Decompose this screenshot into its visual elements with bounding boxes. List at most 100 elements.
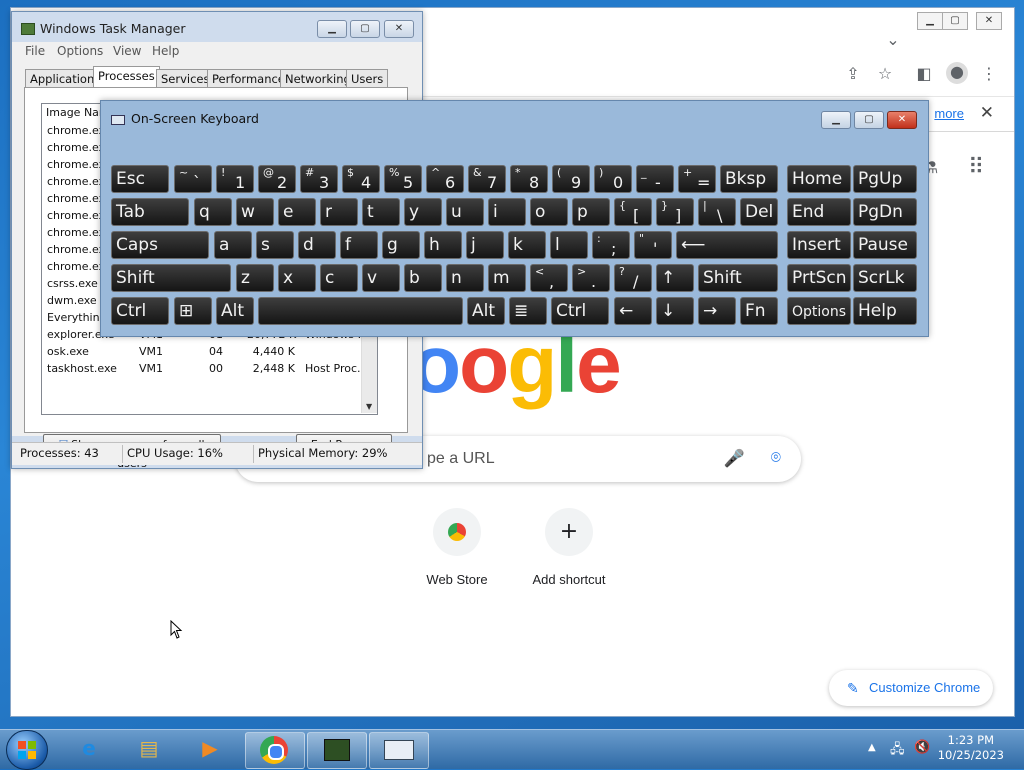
key[interactable]: g bbox=[382, 231, 420, 259]
key[interactable]: ↑ bbox=[656, 264, 694, 292]
key[interactable]: #3 bbox=[300, 165, 338, 193]
key[interactable]: z bbox=[236, 264, 274, 292]
key[interactable]: PgDn bbox=[853, 198, 917, 226]
key[interactable]: d bbox=[298, 231, 336, 259]
chrome-minimize-button[interactable]: ▁ bbox=[917, 12, 943, 30]
key[interactable]: q bbox=[194, 198, 232, 226]
key[interactable]: p bbox=[572, 198, 610, 226]
close-button[interactable]: ✕ bbox=[887, 111, 917, 129]
key[interactable]: @2 bbox=[258, 165, 296, 193]
key[interactable]: ≣ bbox=[509, 297, 547, 325]
key[interactable]: (9 bbox=[552, 165, 590, 193]
key[interactable]: i bbox=[488, 198, 526, 226]
key[interactable]: ScrLk bbox=[853, 264, 917, 292]
key[interactable]: ↓ bbox=[656, 297, 694, 325]
side-panel-icon[interactable]: ◧ bbox=[914, 64, 934, 84]
key[interactable]: y bbox=[404, 198, 442, 226]
key[interactable]: $4 bbox=[342, 165, 380, 193]
key[interactable]: t bbox=[362, 198, 400, 226]
key[interactable]: ? / bbox=[614, 264, 652, 292]
key[interactable]: o bbox=[530, 198, 568, 226]
close-button[interactable]: ✕ bbox=[384, 20, 414, 38]
taskbar-osk-button[interactable] bbox=[369, 732, 429, 769]
show-hidden-icons-icon[interactable]: ▲ bbox=[868, 742, 876, 753]
key[interactable]: " ' bbox=[634, 231, 672, 259]
key[interactable]: <, bbox=[530, 264, 568, 292]
key[interactable]: % 5 bbox=[384, 165, 422, 193]
key[interactable]: j bbox=[466, 231, 504, 259]
shortcut-web-store[interactable]: Web Store bbox=[407, 508, 507, 587]
key[interactable]: ~ ` bbox=[174, 165, 212, 193]
maximize-button[interactable]: ▢ bbox=[350, 20, 380, 38]
key[interactable]: | \ bbox=[698, 198, 736, 226]
key[interactable]: Bksp bbox=[720, 165, 778, 193]
tab-processes[interactable]: Processes bbox=[93, 66, 160, 89]
key[interactable]: ⊞ bbox=[174, 297, 212, 325]
key[interactable]: l bbox=[550, 231, 588, 259]
internet-explorer-icon[interactable]: e bbox=[74, 734, 104, 762]
key[interactable]: :; bbox=[592, 231, 630, 259]
key[interactable]: Home bbox=[787, 165, 851, 193]
start-button[interactable] bbox=[6, 730, 48, 770]
clock[interactable]: 1:23 PM 10/25/2023 bbox=[938, 733, 1004, 763]
tab-users[interactable]: Users bbox=[346, 69, 389, 88]
menu-options[interactable]: Options bbox=[57, 44, 103, 58]
key[interactable]: ⟵ bbox=[676, 231, 778, 259]
key[interactable]: * 8 bbox=[510, 165, 548, 193]
key[interactable]: ) 0 bbox=[594, 165, 632, 193]
key[interactable]: f bbox=[340, 231, 378, 259]
profile-icon[interactable]: ● bbox=[946, 62, 968, 84]
key[interactable]: r bbox=[320, 198, 358, 226]
key[interactable]: Caps bbox=[111, 231, 209, 259]
share-icon[interactable]: ⇪ bbox=[843, 64, 863, 84]
key[interactable]: Ctrl bbox=[551, 297, 609, 325]
key[interactable]: PrtScn bbox=[787, 264, 851, 292]
image-search-icon[interactable]: ⌾ bbox=[771, 448, 781, 468]
voice-search-icon[interactable]: 🎤 bbox=[724, 449, 745, 469]
key[interactable]: Alt bbox=[216, 297, 254, 325]
key[interactable]: }] bbox=[656, 198, 694, 226]
customize-chrome-button[interactable]: ✎ Customize Chrome bbox=[829, 670, 993, 706]
key[interactable]: {[ bbox=[614, 198, 652, 226]
key[interactable]: h bbox=[424, 231, 462, 259]
menu-kebab-icon[interactable]: ⋮ bbox=[979, 64, 999, 84]
key[interactable]: Esc bbox=[111, 165, 169, 193]
key[interactable]: PgUp bbox=[853, 165, 917, 193]
chrome-close-button[interactable]: ✕ bbox=[976, 12, 1002, 30]
key[interactable]: + = bbox=[678, 165, 716, 193]
chrome-maximize-button[interactable]: ▢ bbox=[942, 12, 968, 30]
key[interactable]: → bbox=[698, 297, 736, 325]
minimize-button[interactable]: ▁ bbox=[317, 20, 347, 38]
key[interactable]: Tab bbox=[111, 198, 189, 226]
menu-file[interactable]: File bbox=[25, 44, 45, 58]
key[interactable]: Options bbox=[787, 297, 851, 325]
media-player-icon[interactable]: ▶ bbox=[195, 734, 225, 762]
key[interactable]: Shift bbox=[111, 264, 231, 292]
key[interactable]: x bbox=[278, 264, 316, 292]
key[interactable]: Pause bbox=[853, 231, 917, 259]
key[interactable]: Help bbox=[853, 297, 917, 325]
key[interactable]: w bbox=[236, 198, 274, 226]
tab-services[interactable]: Services bbox=[156, 69, 215, 88]
key[interactable]: ^ 6 bbox=[426, 165, 464, 193]
key[interactable]: Fn bbox=[740, 297, 778, 325]
key[interactable]: ! 1 bbox=[216, 165, 254, 193]
key[interactable]: Alt bbox=[467, 297, 505, 325]
shortcut-add[interactable]: + Add shortcut bbox=[519, 508, 619, 587]
chevron-down-icon[interactable]: ⌄ bbox=[883, 30, 903, 50]
tab-networking[interactable]: Networking bbox=[280, 69, 356, 88]
key[interactable]: k bbox=[508, 231, 546, 259]
key[interactable]: & 7 bbox=[468, 165, 506, 193]
key[interactable]: u bbox=[446, 198, 484, 226]
key[interactable]: _ - bbox=[636, 165, 674, 193]
key[interactable]: ← bbox=[614, 297, 652, 325]
key[interactable]: v bbox=[362, 264, 400, 292]
key[interactable]: Insert bbox=[787, 231, 851, 259]
menu-view[interactable]: View bbox=[113, 44, 141, 58]
key[interactable]: s bbox=[256, 231, 294, 259]
tab-performance[interactable]: Performance bbox=[207, 69, 290, 88]
volume-muted-icon[interactable]: 🔇 bbox=[914, 740, 930, 755]
minimize-button[interactable]: ▁ bbox=[821, 111, 851, 129]
key[interactable]: >. bbox=[572, 264, 610, 292]
taskbar-task-manager-button[interactable] bbox=[307, 732, 367, 769]
